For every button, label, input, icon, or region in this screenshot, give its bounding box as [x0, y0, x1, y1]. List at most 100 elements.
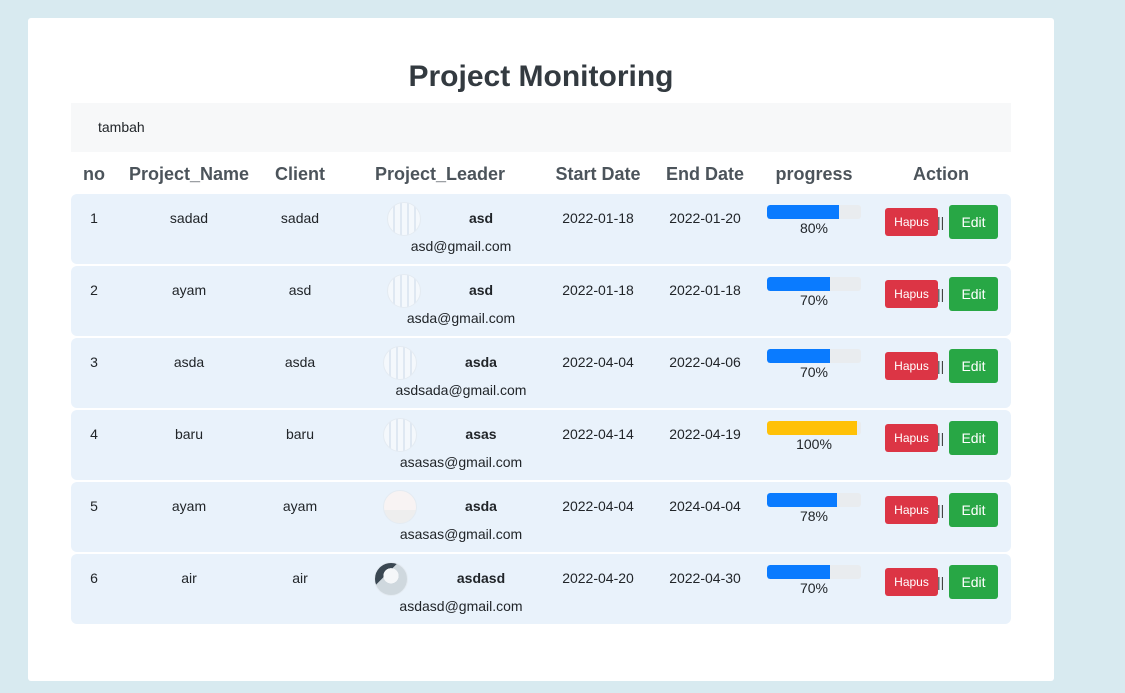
header-project-leader: Project_Leader — [374, 164, 506, 184]
header-end-date: End Date — [665, 164, 745, 184]
progress-label: 70% — [799, 364, 829, 380]
cell-end-date: 2022-04-19 — [669, 426, 741, 442]
toolbar: tambah — [71, 103, 1011, 152]
leader-email: asasas@gmail.com — [399, 454, 523, 470]
progress-label: 100% — [796, 436, 832, 452]
action-separator: || — [937, 502, 945, 518]
progress-label: 70% — [799, 292, 829, 308]
progress-fill — [767, 493, 838, 507]
edit-button[interactable]: Edit — [949, 349, 998, 383]
progress-label: 70% — [799, 580, 829, 596]
table-row: 4 baru baru asas asasas@gmail.com 2022-0… — [71, 410, 1011, 480]
edit-button[interactable]: Edit — [949, 493, 998, 527]
action-separator: || — [937, 358, 945, 374]
cell-client: asd — [288, 282, 312, 298]
leader-email: asd@gmail.com — [410, 238, 512, 254]
header-project-name: Project_Name — [128, 164, 250, 184]
cell-start-date: 2022-04-20 — [562, 570, 634, 586]
page-title: Project Monitoring — [408, 60, 674, 93]
leader-name: asdasd — [456, 570, 506, 586]
leader-email: asdasd@gmail.com — [399, 598, 523, 614]
progress-bar — [767, 421, 861, 435]
cell-client: sadad — [280, 210, 320, 226]
table-header: no Project_Name Client Project_Leader St… — [71, 158, 1011, 194]
cell-client: air — [292, 570, 308, 586]
leader-email: asasas@gmail.com — [399, 526, 523, 542]
table-row: 6 air air asdasd asdasd@gmail.com 2022-0… — [71, 554, 1011, 624]
header-client: Client — [274, 164, 326, 184]
progress-fill — [767, 277, 831, 291]
leader-name: asd — [468, 210, 494, 226]
leader-email: asda@gmail.com — [406, 310, 516, 326]
edit-button[interactable]: Edit — [949, 565, 998, 599]
main-card: Project Monitoring tambah no Project_Nam… — [28, 18, 1054, 681]
cell-no: 1 — [90, 210, 98, 226]
delete-button[interactable]: Hapus — [885, 424, 938, 452]
progress-bar — [767, 565, 861, 579]
cell-end-date: 2022-01-18 — [669, 282, 741, 298]
cell-no: 6 — [90, 570, 98, 586]
progress-label: 80% — [799, 220, 829, 236]
cell-end-date: 2022-04-06 — [669, 354, 741, 370]
cell-start-date: 2022-01-18 — [562, 282, 634, 298]
table-row: 3 asda asda asda asdsada@gmail.com 2022-… — [71, 338, 1011, 408]
delete-button[interactable]: Hapus — [885, 352, 938, 380]
cell-project-name: ayam — [171, 282, 207, 298]
table-row: 2 ayam asd asd asda@gmail.com 2022-01-18… — [71, 266, 1011, 336]
cell-start-date: 2022-04-04 — [562, 498, 634, 514]
cell-end-date: 2022-04-30 — [669, 570, 741, 586]
cell-project-name: sadad — [169, 210, 209, 226]
cell-project-name: air — [181, 570, 197, 586]
delete-button[interactable]: Hapus — [885, 496, 938, 524]
progress-bar — [767, 493, 861, 507]
action-separator: || — [937, 286, 945, 302]
leader-name: asas — [465, 426, 497, 442]
cell-no: 3 — [90, 354, 98, 370]
cell-start-date: 2022-01-18 — [562, 210, 634, 226]
leader-name: asd — [468, 282, 494, 298]
header-progress: progress — [775, 164, 853, 184]
action-separator: || — [937, 430, 945, 446]
leader-avatar — [383, 346, 417, 380]
cell-no: 5 — [90, 498, 98, 514]
progress-bar — [767, 349, 861, 363]
delete-button[interactable]: Hapus — [885, 280, 938, 308]
cell-project-name: asda — [173, 354, 205, 370]
action-separator: || — [937, 214, 945, 230]
cell-client: ayam — [282, 498, 318, 514]
header-start-date: Start Date — [555, 164, 641, 184]
cell-client: baru — [285, 426, 315, 442]
edit-button[interactable]: Edit — [949, 205, 998, 239]
cell-start-date: 2022-04-04 — [562, 354, 634, 370]
cell-start-date: 2022-04-14 — [562, 426, 634, 442]
table-row: 5 ayam ayam asda asasas@gmail.com 2022-0… — [71, 482, 1011, 552]
edit-button[interactable]: Edit — [949, 421, 998, 455]
cell-end-date: 2024-04-04 — [669, 498, 741, 514]
cell-no: 4 — [90, 426, 98, 442]
leader-avatar — [387, 274, 421, 308]
table-body: 1 sadad sadad asd asd@gmail.com 2022-01-… — [71, 194, 1011, 626]
progress-fill — [767, 565, 831, 579]
leader-avatar — [387, 202, 421, 236]
header-no: no — [83, 164, 105, 184]
delete-button[interactable]: Hapus — [885, 208, 938, 236]
leader-avatar — [383, 418, 417, 452]
cell-project-name: ayam — [171, 498, 207, 514]
progress-fill — [767, 205, 840, 219]
action-separator: || — [937, 574, 945, 590]
progress-bar — [767, 205, 861, 219]
leader-email: asdsada@gmail.com — [395, 382, 527, 398]
cell-no: 2 — [90, 282, 98, 298]
add-project-link[interactable]: tambah — [98, 119, 145, 135]
progress-label: 78% — [799, 508, 829, 524]
progress-bar — [767, 277, 861, 291]
cell-project-name: baru — [174, 426, 204, 442]
leader-avatar — [383, 490, 417, 524]
table-row: 1 sadad sadad asd asd@gmail.com 2022-01-… — [71, 194, 1011, 264]
cell-end-date: 2022-01-20 — [669, 210, 741, 226]
leader-name: asda — [465, 498, 497, 514]
progress-fill — [767, 349, 831, 363]
delete-button[interactable]: Hapus — [885, 568, 938, 596]
progress-fill — [767, 421, 858, 435]
edit-button[interactable]: Edit — [949, 277, 998, 311]
